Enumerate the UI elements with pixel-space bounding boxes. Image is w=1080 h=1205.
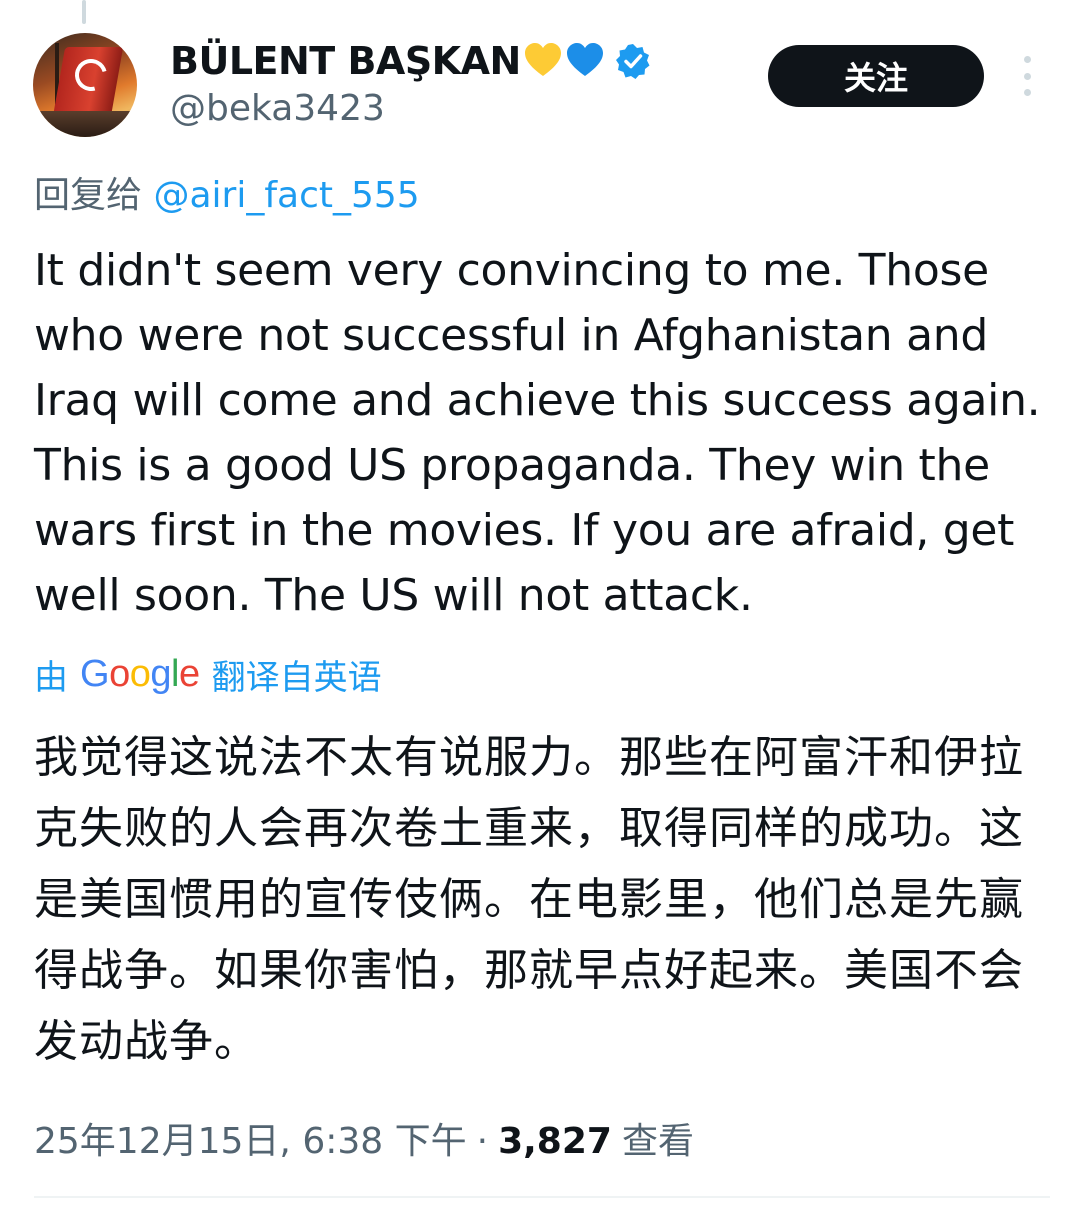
translation-attribution[interactable]: 由 Google 翻译自英语 bbox=[34, 650, 382, 699]
yellow-heart-icon bbox=[523, 41, 563, 81]
follow-button[interactable]: 关注 bbox=[768, 45, 984, 107]
display-name[interactable]: BÜLENT BAŞKAN bbox=[170, 39, 521, 83]
tweet-text: It didn't seem very convincing to me. Th… bbox=[34, 245, 1041, 621]
author-name-row[interactable]: BÜLENT BAŞKAN bbox=[170, 36, 651, 86]
author-handle[interactable]: @beka3423 bbox=[170, 88, 385, 129]
reply-context: 回复给 @airi_fact_555 bbox=[34, 166, 420, 218]
translation-suffix: 翻译自英语 bbox=[211, 658, 382, 698]
thread-connector-line bbox=[82, 0, 86, 24]
meta-separator: · bbox=[476, 1121, 489, 1162]
translated-text: 我觉得这说法不太有说服力。那些在阿富汗和伊拉克失败的人会再次卷土重来，取得同样的… bbox=[34, 732, 1024, 1067]
views-label: 查看 bbox=[621, 1121, 694, 1162]
reply-prefix: 回复给 bbox=[34, 175, 143, 216]
views-count: 3,827 bbox=[498, 1121, 612, 1162]
more-vertical-icon[interactable] bbox=[1016, 56, 1038, 96]
reply-mention-link[interactable]: @airi_fact_555 bbox=[153, 175, 419, 216]
timestamp[interactable]: 25年12月15日, 6:38 下午 bbox=[34, 1112, 467, 1164]
translation-prefix: 由 bbox=[34, 658, 68, 698]
tweet-meta: 25年12月15日, 6:38 下午 · 3,827 查看 bbox=[34, 1112, 694, 1164]
google-logo: Google bbox=[80, 653, 200, 695]
verified-badge-icon[interactable] bbox=[615, 43, 651, 79]
avatar[interactable] bbox=[33, 33, 137, 137]
blue-heart-icon bbox=[565, 41, 605, 81]
avatar-ground bbox=[33, 111, 137, 137]
divider bbox=[34, 1196, 1050, 1198]
